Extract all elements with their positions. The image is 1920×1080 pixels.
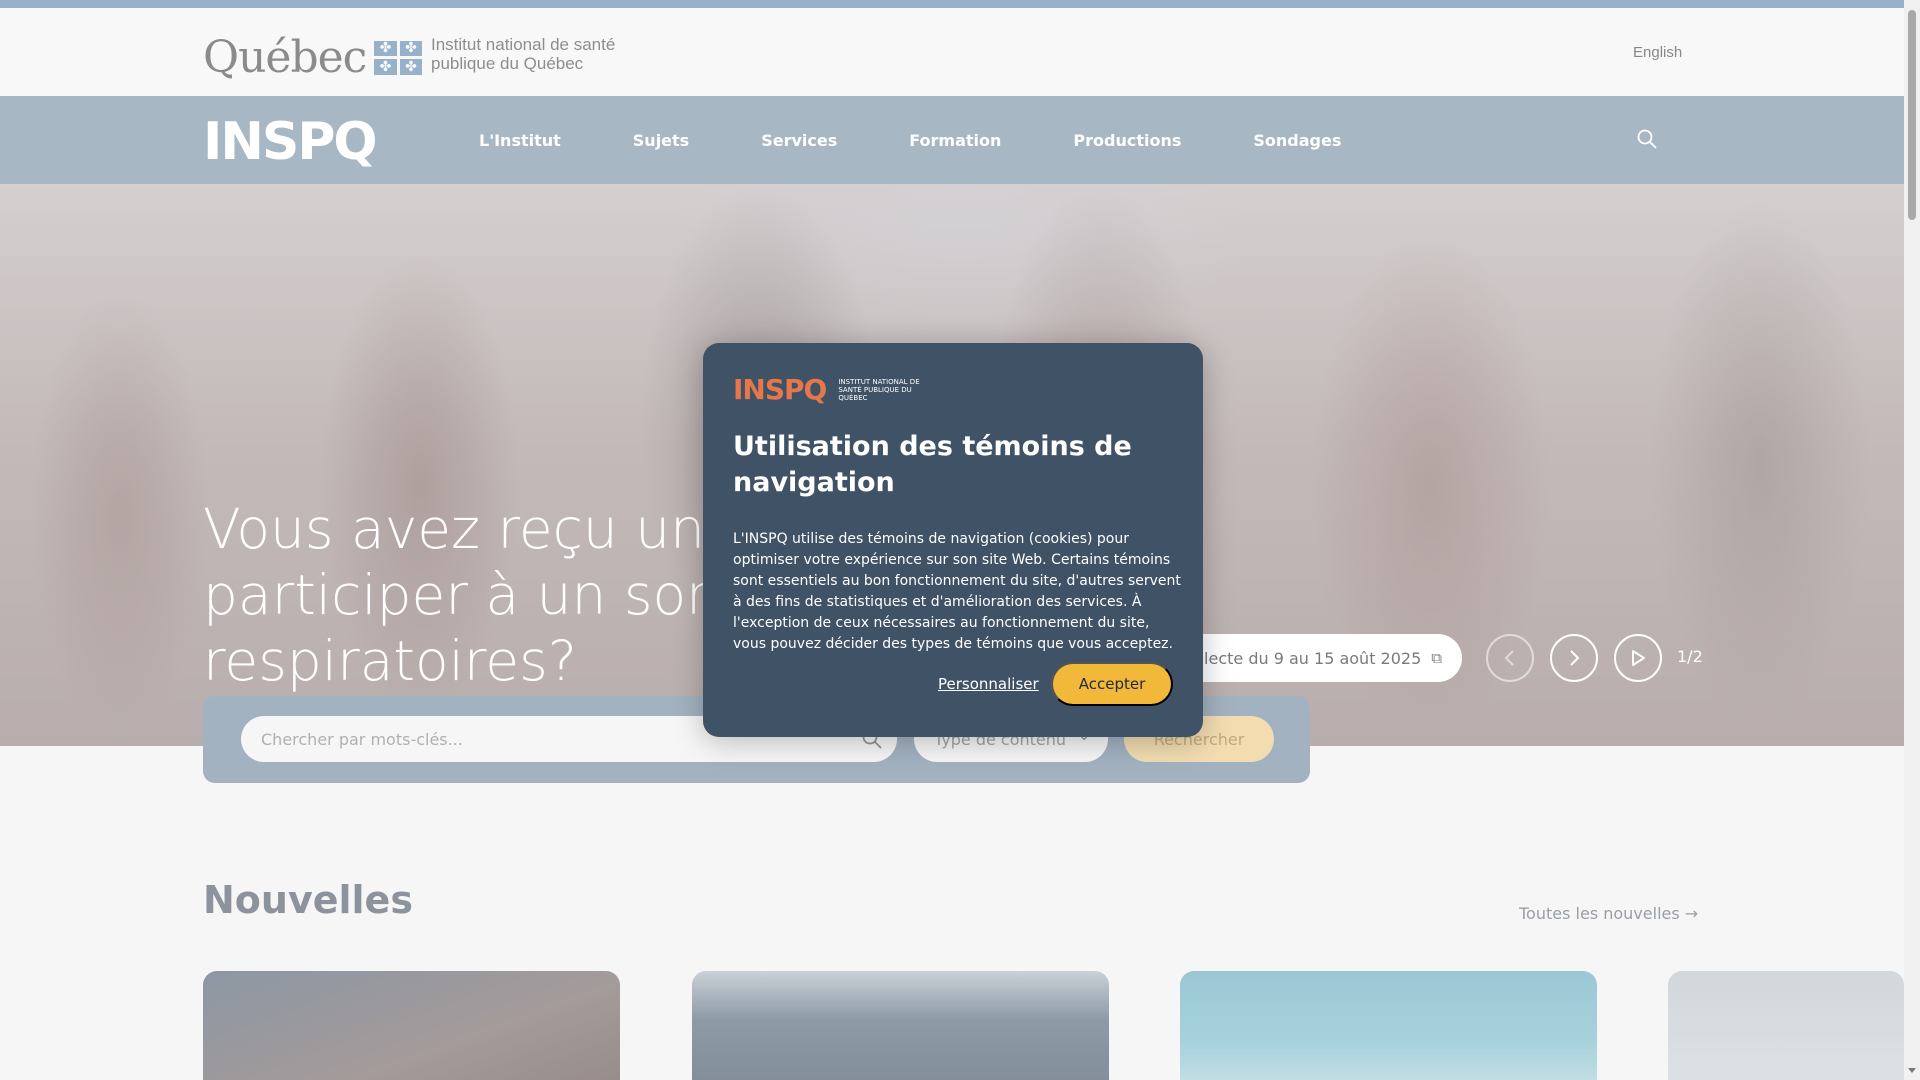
modal-logo-subtitle: INSTITUT NATIONAL DE SANTÉ PUBLIQUE DU Q… [838,377,920,402]
scrollbar-thumb[interactable] [1908,10,1916,220]
accept-cookies-button[interactable]: Accepter [1051,662,1173,706]
customize-cookies-link[interactable]: Personnaliser [938,675,1039,693]
scroll-down-arrow-icon[interactable] [1908,1068,1916,1073]
page-scrollbar[interactable] [1904,0,1920,1080]
modal-inspq-logo: INSPQ INSTITUT NATIONAL DE SANTÉ PUBLIQU… [733,373,928,406]
modal-logo-mark: INSPQ [733,373,827,406]
cookie-dialog-title: Utilisation des témoins de navigation [733,431,1132,498]
cookie-consent-dialog: INSPQ INSTITUT NATIONAL DE SANTÉ PUBLIQU… [703,343,1203,737]
cookie-dialog-body: L'INSPQ utilise des témoins de navigatio… [733,531,1181,652]
